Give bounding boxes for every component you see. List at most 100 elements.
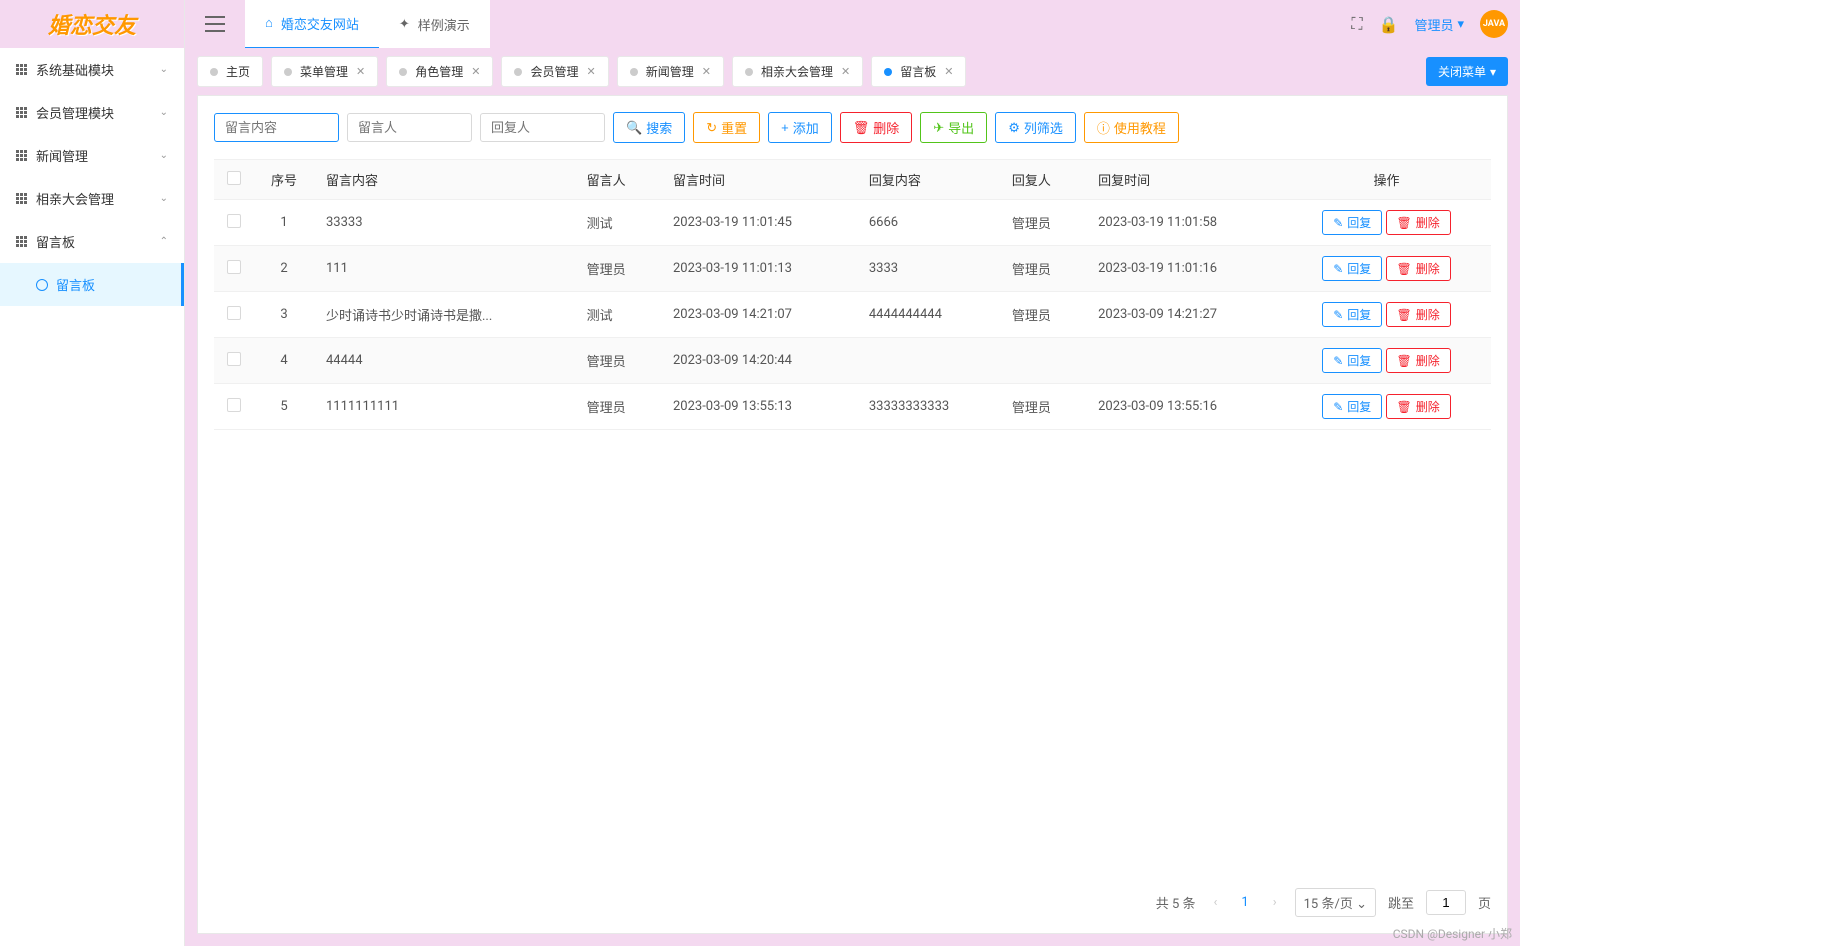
- sidebar-item-1[interactable]: 会员管理模块⌄: [0, 91, 184, 134]
- reply-button[interactable]: ✎ 回复: [1322, 256, 1382, 281]
- row-delete-button[interactable]: 🗑 删除: [1386, 256, 1451, 281]
- row-checkbox[interactable]: [227, 214, 241, 228]
- reply-button[interactable]: ✎ 回复: [1322, 348, 1382, 373]
- sidebar: 婚恋交友 系统基础模块⌄会员管理模块⌄新闻管理⌄相亲大会管理⌄留言板⌃留言板: [0, 0, 185, 946]
- search-person-input[interactable]: [347, 113, 472, 142]
- sidebar-item-3[interactable]: 相亲大会管理 ⌄: [0, 177, 184, 220]
- cell-reply-time: 2023-03-09 13:55:16: [1086, 384, 1282, 430]
- avatar[interactable]: JAVA: [1480, 10, 1508, 38]
- cell-reply-content: [857, 338, 1000, 384]
- cell-time: 2023-03-09 14:20:44: [661, 338, 857, 384]
- close-icon[interactable]: ✕: [356, 65, 365, 78]
- reply-button[interactable]: ✎ 回复: [1322, 394, 1382, 419]
- admin-dropdown[interactable]: 管理员 ▾: [1414, 15, 1464, 34]
- pagination: 共 5 条 ‹ 1 › 15 条/页 ⌄ 跳至 页: [198, 872, 1507, 933]
- page-suffix: 页: [1478, 893, 1491, 912]
- sidebar-menu: 系统基础模块⌄会员管理模块⌄新闻管理⌄相亲大会管理⌄留言板⌃留言板: [0, 48, 184, 946]
- col-reply-content: 回复内容: [857, 160, 1000, 200]
- tab-5[interactable]: 相亲大会管理✕: [732, 56, 863, 87]
- delete-button[interactable]: 🗑删除: [840, 112, 913, 143]
- hamburger-icon[interactable]: [205, 16, 225, 32]
- search-reply-input[interactable]: [480, 113, 605, 142]
- tab-6[interactable]: 留言板 ✕: [871, 56, 966, 87]
- cell-reply-person: 管理员: [1000, 200, 1086, 246]
- top-tab-1[interactable]: ✦样例演示: [379, 0, 490, 49]
- jump-input[interactable]: [1426, 890, 1466, 915]
- chevron-down-icon: ⌄: [160, 64, 168, 75]
- sidebar-item-0[interactable]: 系统基础模块⌄: [0, 48, 184, 91]
- tab-label: 主页: [226, 63, 250, 80]
- chevron-down-icon: ▾: [1457, 17, 1464, 32]
- add-button[interactable]: +添加: [768, 112, 832, 143]
- table-row: 1 33333 测试 2023-03-19 11:01:45 6666 管理员 …: [214, 200, 1491, 246]
- close-icon[interactable]: ✕: [702, 65, 711, 78]
- row-checkbox[interactable]: [227, 398, 241, 412]
- sidebar-item-label: 相亲大会管理: [36, 189, 114, 208]
- sidebar-item-4[interactable]: 留言板 ⌃: [0, 220, 184, 263]
- grid-icon: [16, 193, 28, 205]
- fullscreen-icon[interactable]: ⛶: [1351, 14, 1362, 34]
- edit-icon: ✎: [1333, 400, 1343, 414]
- grid-icon: [16, 236, 28, 248]
- cell-reply-content: 33333333333: [857, 384, 1000, 430]
- page-size-select[interactable]: 15 条/页 ⌄: [1295, 888, 1376, 917]
- row-delete-button[interactable]: 🗑 删除: [1386, 210, 1451, 235]
- search-content-input[interactable]: [214, 113, 339, 142]
- tab-label: 菜单管理: [300, 63, 348, 80]
- edit-icon: ✎: [1333, 216, 1343, 230]
- dot-icon: [745, 68, 753, 76]
- cell-time: 2023-03-19 11:01:45: [661, 200, 857, 246]
- close-icon[interactable]: ✕: [471, 65, 480, 78]
- row-delete-button[interactable]: 🗑 删除: [1386, 348, 1451, 373]
- sidebar-item-2[interactable]: 新闻管理⌄: [0, 134, 184, 177]
- top-tab-0[interactable]: ⌂婚恋交友网站: [245, 0, 379, 49]
- sidebar-item-label: 新闻管理: [36, 146, 88, 165]
- reply-button[interactable]: ✎ 回复: [1322, 302, 1382, 327]
- reply-button[interactable]: ✎ 回复: [1322, 210, 1382, 235]
- tab-4[interactable]: 新闻管理✕: [617, 56, 724, 87]
- row-checkbox[interactable]: [227, 306, 241, 320]
- tab-label: 留言板: [900, 63, 936, 80]
- row-checkbox[interactable]: [227, 260, 241, 274]
- chevron-down-icon: ⌄: [160, 193, 168, 204]
- cell-content: 1111111111: [314, 384, 575, 430]
- header: ⌂婚恋交友网站✦样例演示 ⛶ 🔒 管理员 ▾ JAVA: [185, 0, 1520, 48]
- reset-button[interactable]: ↻重置: [693, 112, 760, 143]
- total-label: 共 5 条: [1156, 893, 1196, 912]
- jump-label: 跳至: [1388, 893, 1414, 912]
- row-delete-button[interactable]: 🗑 删除: [1386, 302, 1451, 327]
- close-icon[interactable]: ✕: [944, 65, 953, 78]
- tab-0[interactable]: 主页: [197, 56, 263, 87]
- prev-page-button[interactable]: ‹: [1208, 895, 1224, 910]
- tutorial-button[interactable]: ⓘ使用教程: [1084, 112, 1179, 143]
- tab-label: 角色管理: [415, 63, 463, 80]
- close-menu-button[interactable]: 关闭菜单 ▾: [1426, 57, 1508, 86]
- close-icon[interactable]: ✕: [587, 65, 596, 78]
- tab-1[interactable]: 菜单管理 ✕: [271, 56, 378, 87]
- columns-button[interactable]: ⚙列筛选: [995, 112, 1076, 143]
- page-number[interactable]: 1: [1235, 895, 1254, 910]
- logo: 婚恋交友: [0, 0, 184, 48]
- col-index: 序号: [254, 160, 314, 200]
- sidebar-submenu-item[interactable]: 留言板: [0, 263, 184, 306]
- tab-2[interactable]: 角色管理 ✕: [386, 56, 493, 87]
- top-tab-label: 婚恋交友网站: [281, 14, 359, 33]
- select-all-checkbox[interactable]: [227, 171, 241, 185]
- row-delete-button[interactable]: 🗑 删除: [1386, 394, 1451, 419]
- trash-icon: 🗑: [1397, 400, 1412, 414]
- info-icon: ⓘ: [1097, 118, 1110, 137]
- next-page-button[interactable]: ›: [1267, 895, 1283, 910]
- lock-icon[interactable]: 🔒: [1379, 15, 1399, 34]
- export-button[interactable]: ✈导出: [920, 112, 987, 143]
- cell-reply-time: [1086, 338, 1282, 384]
- search-button[interactable]: 🔍搜索: [613, 112, 685, 143]
- tab-3[interactable]: 会员管理✕: [501, 56, 608, 87]
- row-checkbox[interactable]: [227, 352, 241, 366]
- chevron-up-icon: ⌃: [160, 236, 168, 247]
- edit-icon: ✎: [1333, 262, 1343, 276]
- search-icon: 🔍: [626, 120, 642, 136]
- close-icon[interactable]: ✕: [841, 65, 850, 78]
- cell-content: 33333: [314, 200, 575, 246]
- cell-index: 1: [254, 200, 314, 246]
- sidebar-item-label: 留言板: [36, 232, 75, 251]
